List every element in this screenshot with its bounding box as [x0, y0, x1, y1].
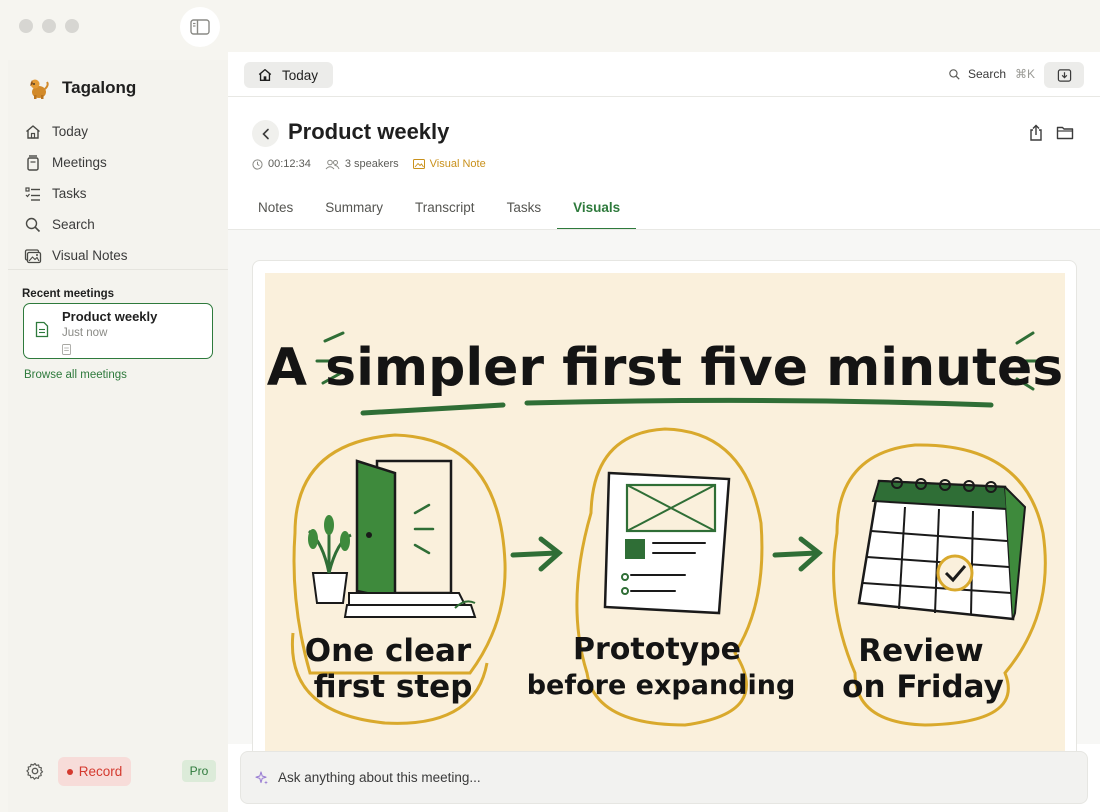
visual-note-card: A simpler first five minutes One clear f… [252, 260, 1077, 760]
clock-icon [252, 158, 263, 170]
app-window: Tagalong Today Meetings Tasks Search Vis… [0, 0, 1100, 812]
zoom-window-button[interactable] [65, 19, 79, 33]
recent-meeting-title: Product weekly [62, 309, 158, 324]
people-icon [325, 159, 340, 169]
duration-value: 00:12:34 [268, 158, 311, 170]
main-panel: Today Search ⌘K Product weekly 00:12:34 [228, 52, 1100, 812]
visual-note-illustration: A simpler first five minutes One clear f… [265, 273, 1065, 753]
sidebar-toggle-button[interactable] [180, 7, 220, 47]
sidebar-item-search[interactable]: Search [24, 209, 220, 240]
ask-placeholder: Ask anything about this meeting... [278, 770, 481, 785]
step-3-line-1: Review [858, 633, 983, 669]
ask-meeting-input[interactable]: Ask anything about this meeting... [240, 751, 1088, 804]
sidebar-item-visual-notes[interactable]: Visual Notes [24, 240, 220, 271]
sidebar-item-label: Search [52, 217, 95, 232]
pro-badge[interactable]: Pro [182, 760, 216, 782]
tab-visuals[interactable]: Visuals [557, 188, 637, 230]
tab-transcript[interactable]: Transcript [399, 188, 491, 230]
sidebar-item-today[interactable]: Today [24, 116, 220, 147]
record-dot-icon [66, 768, 73, 775]
sidebar: Tagalong Today Meetings Tasks Search Vis… [8, 60, 228, 812]
tab-summary[interactable]: Summary [309, 188, 399, 230]
meeting-tabs: Notes Summary Transcript Tasks Visuals [242, 188, 637, 230]
tab-notes[interactable]: Notes [242, 188, 309, 230]
chevron-left-icon [261, 128, 269, 139]
step-1-line-2: first step [314, 669, 473, 705]
home-icon [26, 124, 40, 139]
gear-icon[interactable] [26, 762, 44, 780]
speakers: 3 speakers [325, 158, 399, 170]
share-icon[interactable] [1028, 124, 1044, 142]
tasks-icon [25, 186, 40, 201]
search-shortcut: ⌘K [1015, 67, 1036, 81]
meetings-icon [27, 154, 39, 171]
visual-note-label: Visual Note [429, 158, 486, 170]
today-breadcrumb-button[interactable]: Today [244, 62, 333, 88]
sidebar-footer: Record Pro [8, 752, 228, 812]
sidebar-toggle-icon [190, 19, 210, 35]
arrow-1 [510, 536, 563, 572]
image-icon [412, 159, 425, 169]
download-tray-icon [1057, 68, 1071, 82]
duration: 00:12:34 [252, 158, 311, 170]
app-name: Tagalong [62, 78, 137, 97]
brand[interactable]: Tagalong [26, 76, 136, 100]
arrow-2 [772, 536, 823, 572]
dog-logo-icon [30, 79, 49, 99]
sidebar-item-label: Today [52, 124, 89, 139]
home-icon [258, 69, 272, 81]
meeting-meta: 00:12:34 3 speakers Visual Note [252, 158, 500, 170]
close-window-button[interactable] [19, 19, 33, 33]
sidebar-item-tasks[interactable]: Tasks [24, 178, 220, 209]
tab-tasks[interactable]: Tasks [491, 188, 558, 230]
sidebar-item-meetings[interactable]: Meetings [24, 147, 220, 178]
speakers-value: 3 speakers [344, 158, 399, 170]
sidebar-item-label: Meetings [52, 155, 107, 170]
search-label: Search [968, 67, 1007, 81]
visual-note-badge[interactable]: Visual Note [412, 158, 486, 170]
note-icon [62, 344, 71, 355]
illustration-canvas: A simpler first five minutes One clear f… [267, 331, 1063, 727]
sidebar-nav: Today Meetings Tasks Search Visual Notes [24, 116, 220, 271]
record-label: Record [78, 764, 123, 779]
top-bar: Today Search ⌘K [228, 52, 1100, 97]
record-button[interactable]: Record [58, 757, 131, 786]
import-button[interactable] [1044, 62, 1084, 88]
step-1-line-1: One clear [305, 633, 472, 669]
search-icon [949, 68, 960, 80]
sidebar-item-label: Tasks [52, 186, 87, 201]
browse-all-meetings-link[interactable]: Browse all meetings [24, 369, 127, 381]
recent-meetings-heading: Recent meetings [22, 288, 115, 300]
step-2-line-1: Prototype [573, 632, 741, 667]
recent-meeting-time: Just now [62, 327, 108, 339]
minimize-window-button[interactable] [42, 19, 56, 33]
headline-text: A simpler first five minutes [267, 338, 1063, 398]
sparkle-icon [255, 770, 268, 784]
recent-meeting-item[interactable]: Product weekly Just now [23, 303, 213, 359]
sidebar-divider [8, 269, 228, 270]
folder-icon[interactable] [1056, 125, 1074, 140]
back-button[interactable] [252, 120, 279, 147]
image-gallery-icon [24, 248, 42, 263]
sidebar-item-label: Visual Notes [52, 248, 128, 263]
global-search-button[interactable]: Search ⌘K [948, 67, 1035, 81]
page-title: Product weekly [288, 119, 450, 144]
document-icon [35, 321, 49, 338]
today-label: Today [282, 67, 319, 83]
search-icon [25, 217, 41, 232]
step-3-line-2: on Friday [842, 669, 1004, 705]
step-2-line-2: before expanding [527, 670, 796, 701]
